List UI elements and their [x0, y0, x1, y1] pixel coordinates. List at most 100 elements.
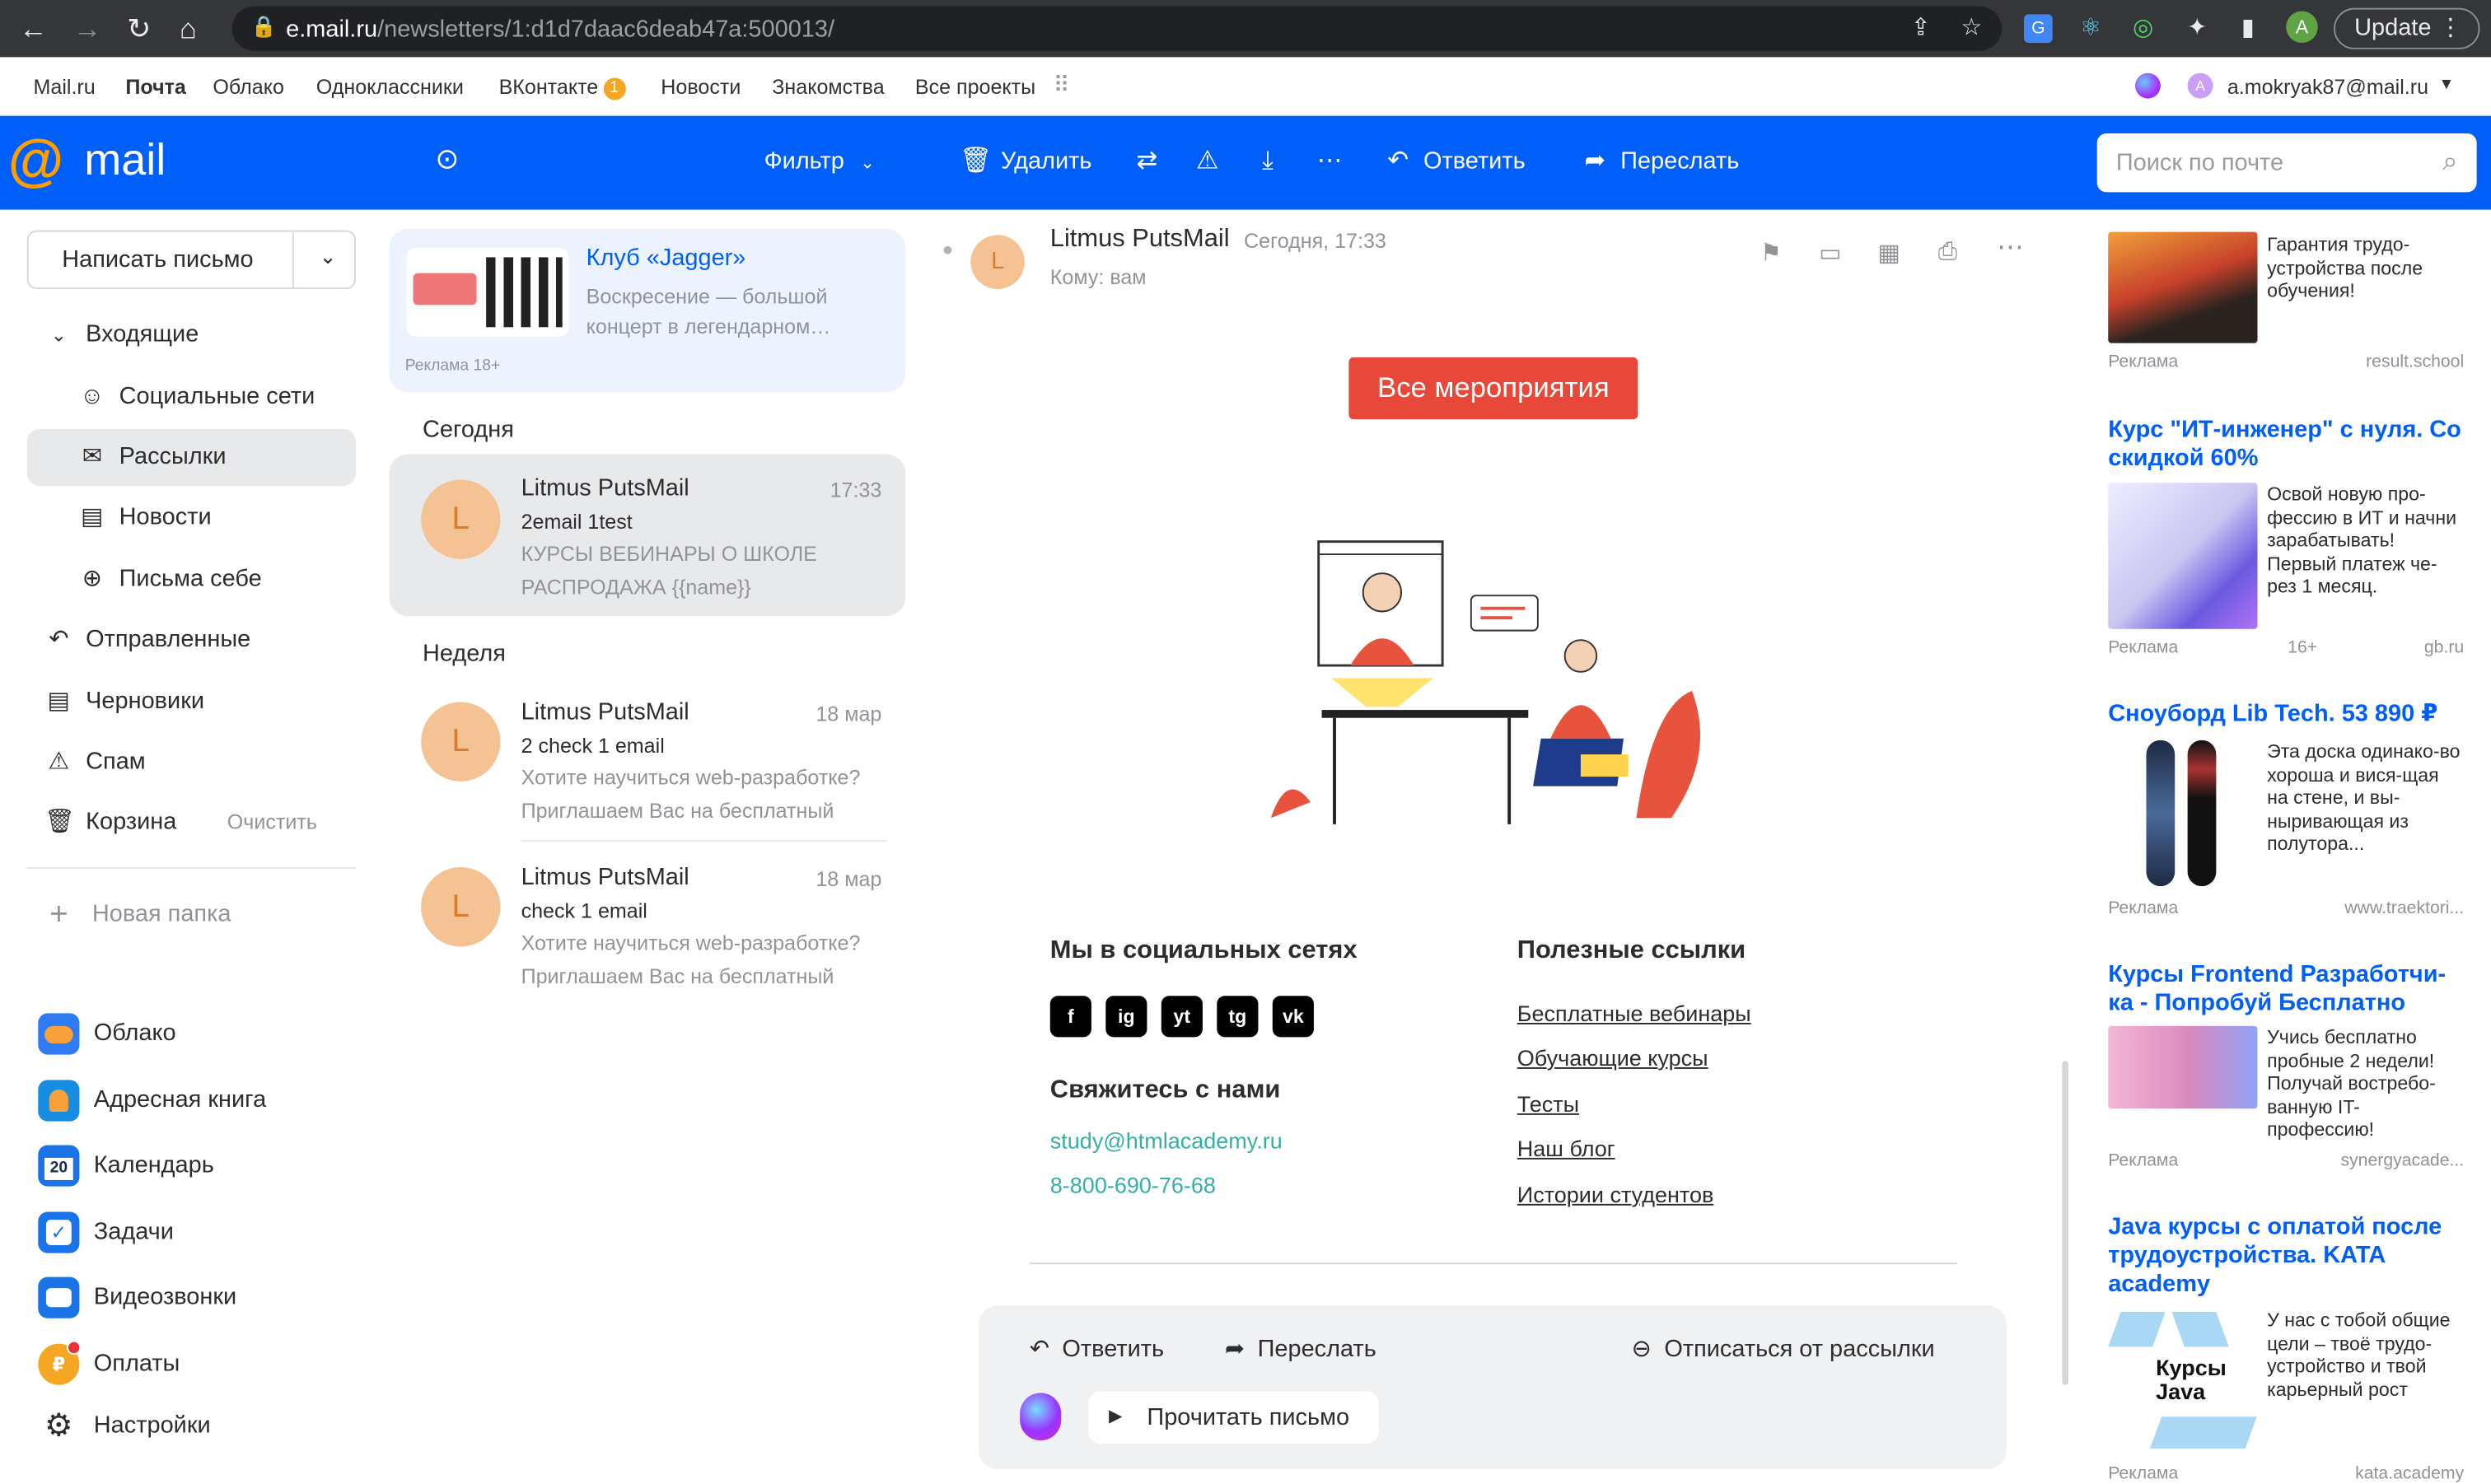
- sender-name[interactable]: Litmus PutsMail: [1050, 226, 1230, 254]
- ad-card-jagger[interactable]: Клуб «Jagger» Воскресение — большой конц…: [389, 228, 906, 393]
- ad-title[interactable]: Курс "ИТ-инженер" с нуля. Со скидкой 60%: [2108, 416, 2465, 473]
- instagram-icon[interactable]: ig: [1105, 996, 1147, 1038]
- folder-social[interactable]: ☺ Социальные сети: [27, 368, 356, 425]
- message-row[interactable]: L Litmus PutsMail 18 мар check 1 email Х…: [389, 845, 905, 1007]
- message-row[interactable]: L Litmus PutsMail 17:33 2email 1test КУР…: [389, 454, 906, 617]
- ad-text[interactable]: Гарантия трудо-устройства после обучения…: [2267, 233, 2461, 302]
- ad-source[interactable]: www.traektori...: [2344, 899, 2464, 918]
- archive-button[interactable]: ⤓: [1252, 147, 1293, 176]
- account-email[interactable]: a.mokryak87@mail.ru: [2227, 75, 2428, 99]
- ad-image[interactable]: Курсы Java: [2108, 1305, 2258, 1458]
- reload-icon[interactable]: ↻: [127, 14, 151, 43]
- ad-text[interactable]: Эта доска одинако-во хороша и вися-щая н…: [2267, 740, 2461, 856]
- back-icon[interactable]: ←: [19, 14, 48, 43]
- marusia-icon[interactable]: [2134, 72, 2161, 99]
- folder-trash[interactable]: 🗑 Корзина Очистить: [27, 794, 356, 851]
- search-input[interactable]: Поиск по почте ⌕: [2096, 133, 2477, 193]
- move-button[interactable]: ⇄: [1131, 147, 1172, 176]
- portal-link-mailru[interactable]: Mail.ru: [33, 75, 95, 99]
- folder-news[interactable]: ▤ Новости: [27, 489, 356, 546]
- filter-button[interactable]: Фильтр ⌄: [764, 147, 875, 178]
- folder-spam[interactable]: ⚠ Спам: [27, 734, 356, 791]
- update-button[interactable]: Update ⋮: [2334, 7, 2480, 49]
- forward-button[interactable]: ➦ Переслать: [1579, 147, 1739, 176]
- video-call-icon[interactable]: ▭: [1819, 238, 1841, 267]
- vk-icon[interactable]: vk: [1272, 996, 1314, 1038]
- link-blog[interactable]: Наш блог: [1517, 1136, 1615, 1161]
- all-events-button[interactable]: Все мероприятия: [1348, 357, 1638, 420]
- read-aloud-button[interactable]: ▶ Прочитать письмо: [1088, 1391, 1379, 1444]
- unsubscribe-button[interactable]: ⊖ Отписаться от рассылки: [1632, 1334, 1935, 1363]
- translate-extension-icon[interactable]: G: [2023, 14, 2053, 44]
- ad-image[interactable]: [2108, 483, 2258, 629]
- folder-newsletters[interactable]: ✉ Рассылки: [26, 428, 356, 487]
- more-button[interactable]: ⋯: [1314, 147, 1355, 176]
- ad-text[interactable]: Освой новую про-фессию в ИТ и начни зара…: [2267, 483, 2461, 598]
- search-icon[interactable]: ⌕: [2442, 146, 2457, 178]
- ad-title[interactable]: Сноуборд Lib Tech. 53 890 ₽: [2108, 700, 2465, 729]
- link-courses[interactable]: Обучающие курсы: [1517, 1045, 1708, 1071]
- youtube-icon[interactable]: yt: [1161, 996, 1203, 1038]
- bookmark-icon[interactable]: ⚑: [1760, 238, 1782, 267]
- calendar-add-icon[interactable]: ▦: [1878, 238, 1900, 267]
- sidepanel-icon[interactable]: ▮: [2234, 14, 2263, 43]
- home-icon[interactable]: ⌂: [180, 14, 197, 43]
- folder-self[interactable]: ⊕ Письма себе: [27, 551, 356, 608]
- extension-icon[interactable]: ◎: [2129, 14, 2157, 43]
- ad-image[interactable]: [2108, 1025, 2258, 1109]
- message-row[interactable]: L Litmus PutsMail 18 мар 2 check 1 email…: [389, 679, 905, 842]
- forward-icon[interactable]: →: [73, 14, 102, 43]
- ad-text[interactable]: У нас с тобой общие цели – твоё трудо-ус…: [2267, 1309, 2461, 1401]
- delete-button[interactable]: 🗑 Удалить: [960, 147, 1092, 176]
- link-tests[interactable]: Тесты: [1517, 1091, 1579, 1117]
- portal-link-cloud[interactable]: Облако: [213, 75, 284, 99]
- account-chevron-icon[interactable]: ▼: [2438, 77, 2454, 94]
- ad-source[interactable]: gb.ru: [2424, 638, 2464, 657]
- new-folder-button[interactable]: + Новая папка: [27, 886, 356, 943]
- folder-inbox[interactable]: ⌄ Входящие: [27, 306, 356, 363]
- spam-button[interactable]: ⚠: [1191, 147, 1232, 176]
- portal-link-dating[interactable]: Знакомства: [772, 75, 884, 99]
- ad-title[interactable]: Курсы Frontend Разработчи-ка - Попробуй …: [2108, 961, 2465, 1018]
- folder-drafts[interactable]: ▤ Черновики: [27, 674, 356, 730]
- puzzle-icon[interactable]: ✦: [2183, 14, 2212, 43]
- bottom-reply-button[interactable]: ↶ Ответить: [1030, 1334, 1164, 1363]
- portal-link-ok[interactable]: Одноклассники: [316, 75, 464, 99]
- portal-link-mail[interactable]: Почта: [125, 75, 185, 99]
- link-webinars[interactable]: Бесплатные вебинары: [1517, 1001, 1751, 1026]
- bookmark-star-icon[interactable]: ☆: [1957, 14, 1986, 43]
- scrollbar[interactable]: [2062, 1061, 2068, 1385]
- portal-link-all-projects[interactable]: Все проекты: [915, 75, 1035, 99]
- profile-avatar[interactable]: A: [2286, 11, 2318, 44]
- link-stories[interactable]: Истории студентов: [1517, 1182, 1714, 1207]
- compose-button[interactable]: Написать письмо ⌄: [26, 230, 356, 289]
- grid-icon[interactable]: ⠿: [1054, 72, 1070, 99]
- account-avatar[interactable]: A: [2187, 72, 2213, 99]
- ad-image[interactable]: [2108, 740, 2258, 887]
- unread-dot[interactable]: [943, 245, 952, 254]
- ad-source[interactable]: synergyacade...: [2340, 1151, 2464, 1170]
- ad-title[interactable]: Java курсы с оплатой после трудоустройст…: [2108, 1213, 2465, 1299]
- portal-link-vk[interactable]: ВКонтакте 1: [499, 75, 626, 100]
- bottom-forward-button[interactable]: ➦ Переслать: [1225, 1334, 1376, 1363]
- ad-source[interactable]: kata.academy: [2355, 1464, 2464, 1483]
- address-bar[interactable]: 🔒 e.mail.ru/newsletters/1:d1d7daac6deab4…: [231, 6, 2002, 51]
- trash-clear-button[interactable]: Очистить: [227, 794, 317, 851]
- compose-chevron-icon[interactable]: ⌄: [320, 245, 337, 270]
- marusia-assistant-icon[interactable]: [1020, 1393, 1062, 1441]
- contact-email-link[interactable]: study@htmlacademy.ru: [1050, 1127, 1283, 1153]
- telegram-icon[interactable]: tg: [1217, 996, 1259, 1038]
- reply-button[interactable]: ↶ Ответить: [1382, 147, 1525, 176]
- print-icon[interactable]: ⎙: [1938, 238, 1957, 265]
- react-extension-icon[interactable]: ⚛: [2077, 14, 2105, 43]
- ad-source[interactable]: result.school: [2366, 352, 2464, 371]
- select-all-icon[interactable]: ⊙: [435, 144, 459, 173]
- ad-image[interactable]: [2108, 231, 2258, 343]
- folder-sent[interactable]: ↶ Отправленные: [27, 611, 356, 668]
- contact-phone-link[interactable]: 8-800-690-76-68: [1050, 1172, 1216, 1197]
- more-dots-icon[interactable]: ⋯: [1997, 232, 2024, 264]
- facebook-icon[interactable]: f: [1049, 996, 1091, 1038]
- share-icon[interactable]: ⇪: [1906, 14, 1935, 43]
- ad-text[interactable]: Учись бесплатно пробные 2 недели! Получа…: [2267, 1026, 2461, 1141]
- portal-link-news[interactable]: Новости: [661, 75, 741, 99]
